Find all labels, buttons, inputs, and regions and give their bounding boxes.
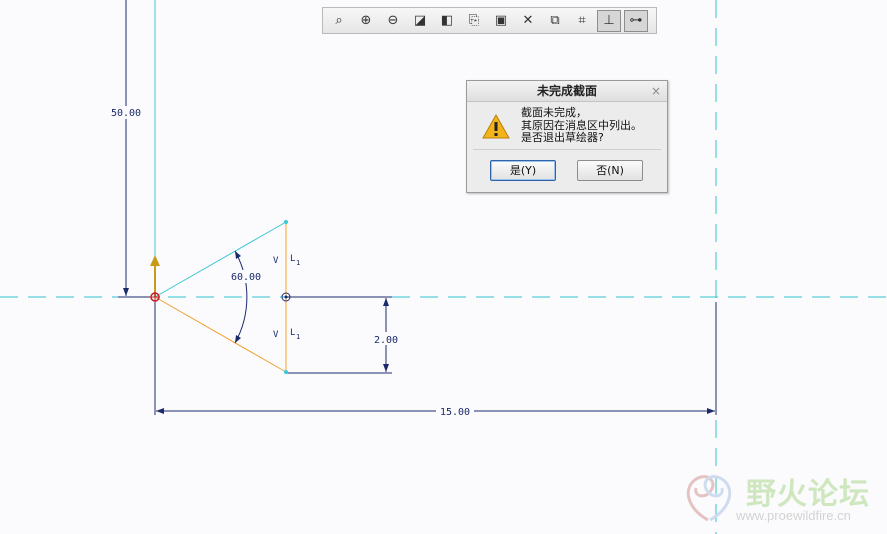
- warning-icon: [482, 114, 510, 139]
- dim-display-icon: ✕: [522, 13, 534, 28]
- constraint-display-button[interactable]: ⧉: [543, 10, 567, 32]
- dim-horizontal-value[interactable]: 15.00: [440, 407, 470, 418]
- sketch-view-button[interactable]: ▣: [489, 10, 513, 32]
- view-toolbar: ⌕ ⊕ ⊖ ◪ ◧ ⎘ ▣ ✕ ⧉ ⌗ ⊥ ⊶: [322, 7, 657, 34]
- constraint-vertical-lower[interactable]: V: [273, 330, 279, 340]
- vertex-bottom[interactable]: [284, 370, 288, 374]
- watermark: 野火论坛 www.proewildfire.cn: [676, 466, 881, 528]
- vertex-top[interactable]: [284, 220, 288, 224]
- constraint-display-icon: ⧉: [550, 13, 560, 28]
- watermark-name: 野火论坛: [746, 477, 870, 512]
- dim-arrow-vertical: [123, 288, 129, 296]
- dim-arrow-horizontal-right: [707, 408, 715, 414]
- dialog-message-line: 是否退出草绘器?: [521, 131, 604, 144]
- dim-offset-value[interactable]: 2.00: [374, 335, 398, 346]
- zoom-fit-button[interactable]: ⌕: [327, 10, 351, 32]
- saved-views-button[interactable]: ⎘: [462, 10, 486, 32]
- dialog-message: 截面未完成， 其原因在消息区中列出。 是否退出草绘器?: [521, 106, 666, 145]
- repaint-button[interactable]: ◪: [408, 10, 432, 32]
- saved-views-icon: ⎘: [468, 13, 480, 28]
- sketch-edge-lower[interactable]: [154, 296, 287, 373]
- dialog-message-line: 截面未完成，: [521, 106, 587, 119]
- dim-angle-value[interactable]: 60.00: [231, 272, 261, 283]
- zoom-out-button[interactable]: ⊖: [381, 10, 405, 32]
- constraint-equal-lower-sub: 1: [296, 333, 300, 341]
- dialog-divider: [473, 149, 661, 150]
- dim-arrow-offset-top: [383, 298, 389, 306]
- dim-angle-arrow-bottom: [235, 335, 241, 343]
- zoom-in-button[interactable]: ⊕: [354, 10, 378, 32]
- constraint-vertical-upper[interactable]: V: [273, 256, 279, 266]
- dim-arrow-offset-bottom: [383, 364, 389, 372]
- no-button[interactable]: 否(N): [577, 160, 643, 181]
- zoom-fit-icon: ⌕: [335, 13, 343, 28]
- sketch-edge-cyan[interactable]: [154, 221, 287, 298]
- vertex-display-icon: ⊥: [603, 13, 615, 28]
- dim-arrow-horizontal-left: [156, 408, 164, 414]
- constraint-equal-upper-sub: 1: [296, 259, 300, 267]
- grid-display-button[interactable]: ⌗: [570, 10, 594, 32]
- constraint-equal-upper[interactable]: L: [290, 254, 295, 264]
- sketch-diagnostic-icon: ⊶: [629, 13, 643, 28]
- watermark-url: www.proewildfire.cn: [736, 508, 851, 523]
- close-icon[interactable]: ×: [651, 83, 661, 99]
- dim-angle-arrow-top: [235, 251, 241, 259]
- dialog-title: 未完成截面: [467, 81, 667, 102]
- yes-button[interactable]: 是(Y): [490, 160, 556, 181]
- sketch-canvas[interactable]: 50.00 15.00 2.00 60.00 V L 1 V L 1: [0, 0, 887, 534]
- constraint-equal-lower[interactable]: L: [290, 328, 295, 338]
- zoom-in-icon: ⊕: [360, 13, 372, 28]
- display-style-icon: ◧: [440, 13, 454, 28]
- sketch-diagnostic-button[interactable]: ⊶: [624, 9, 648, 32]
- origin-axis-arrow-head: [150, 255, 160, 266]
- midpoint-dot: [284, 295, 288, 299]
- zoom-out-icon: ⊖: [387, 13, 399, 28]
- display-style-button[interactable]: ◧: [435, 10, 459, 32]
- dim-vertical-value[interactable]: 50.00: [111, 108, 141, 119]
- vertex-display-button[interactable]: ⊥: [597, 9, 621, 32]
- repaint-icon: ◪: [413, 13, 427, 28]
- incomplete-section-dialog: 未完成截面 × 截面未完成， 其原因在消息区中列出。 是否退出草绘器? 是(Y)…: [466, 80, 668, 193]
- grid-display-icon: ⌗: [578, 13, 586, 28]
- dim-display-button[interactable]: ✕: [516, 10, 540, 32]
- sketch-view-icon: ▣: [494, 13, 508, 28]
- forum-logo: [686, 475, 732, 522]
